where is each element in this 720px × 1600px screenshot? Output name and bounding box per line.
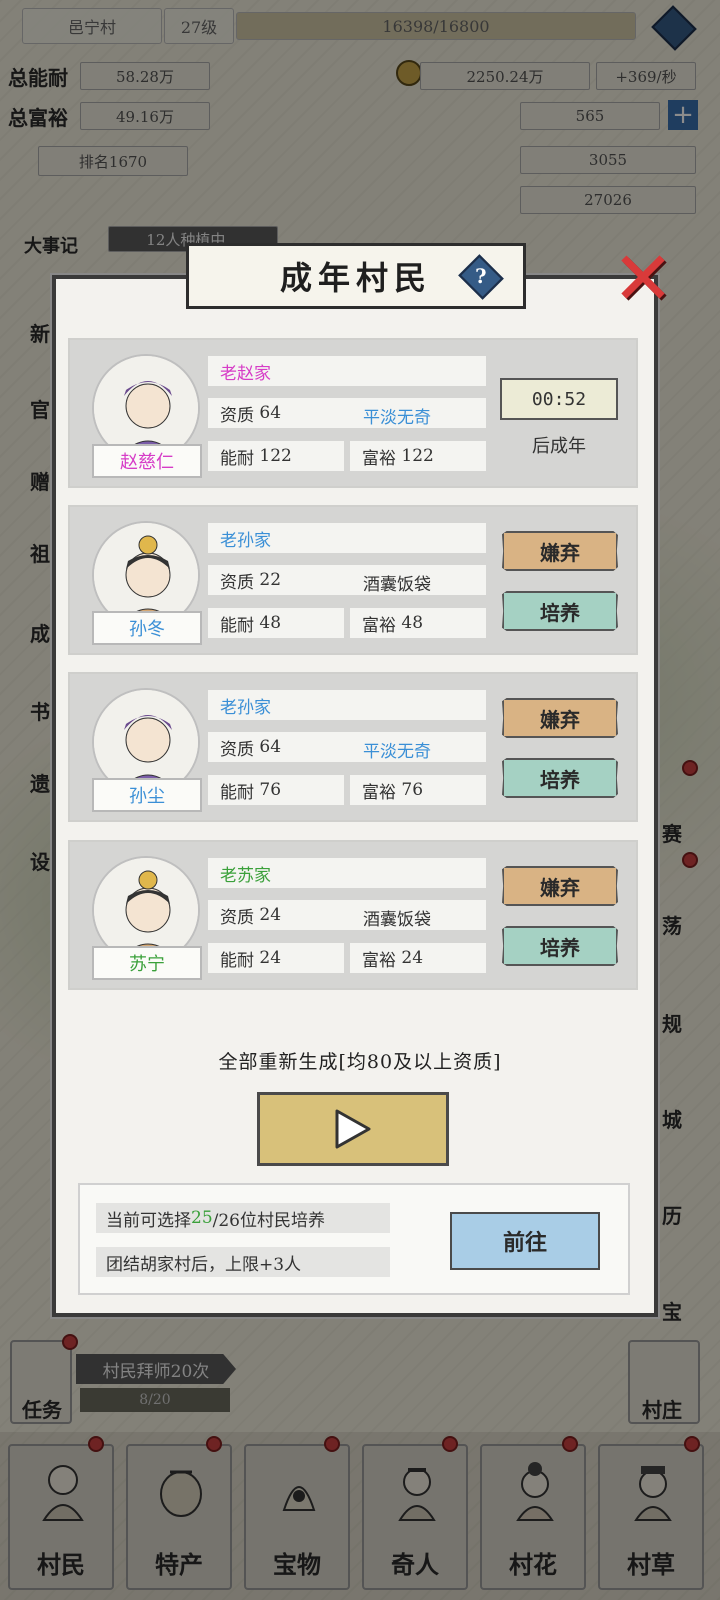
endurance-field: 能耐 76 [208, 775, 344, 805]
quality-label: 资质 [220, 907, 254, 928]
play-icon [335, 1109, 371, 1149]
train-button[interactable]: 培养 [502, 926, 618, 966]
family-name: 老苏家 [208, 858, 486, 888]
train-button[interactable]: 培养 [502, 591, 618, 631]
villager-name: 孙尘 [92, 778, 202, 812]
wealth-label: 富裕 [362, 615, 396, 636]
endurance-label: 能耐 [220, 615, 254, 636]
quality-field: 资质 64 平淡无奇 [208, 398, 486, 428]
quality-label: 资质 [220, 572, 254, 593]
quality-tag: 平淡无奇 [363, 408, 431, 428]
villager-name: 苏宁 [92, 946, 202, 980]
quality-tag: 平淡无奇 [363, 742, 431, 762]
wealth-value: 76 [401, 780, 424, 800]
info-count: 25 [191, 1208, 213, 1228]
endurance-field: 能耐 48 [208, 608, 344, 638]
endurance-value: 48 [259, 613, 282, 633]
discard-button[interactable]: 嫌弃 [502, 531, 618, 571]
adulthood-timer: 00:52 [500, 378, 618, 420]
family-name: 老孙家 [208, 690, 486, 720]
info-suffix: /26位村民培养 [212, 1210, 325, 1231]
endurance-value: 24 [259, 948, 282, 968]
wealth-value: 48 [401, 613, 424, 633]
wealth-label: 富裕 [362, 448, 396, 469]
quality-value: 24 [259, 905, 282, 925]
villager-name: 孙冬 [92, 611, 202, 645]
wealth-field: 富裕 24 [350, 943, 486, 973]
endurance-label: 能耐 [220, 782, 254, 803]
endurance-value: 76 [259, 780, 282, 800]
villager-card: 赵慈仁 老赵家 资质 64 平淡无奇 能耐 122 富裕 122 00:52 后… [68, 338, 638, 488]
regenerate-play-button[interactable] [257, 1092, 449, 1166]
quality-tag: 酒囊饭袋 [363, 910, 431, 930]
regenerate-description: 全部重新生成[均80及以上资质] [218, 1051, 502, 1073]
family-name: 老孙家 [208, 523, 486, 553]
close-icon[interactable]: ✕ [608, 242, 678, 316]
discard-button[interactable]: 嫌弃 [502, 866, 618, 906]
wealth-value: 24 [401, 948, 424, 968]
family-name: 老赵家 [208, 356, 486, 386]
quality-value: 64 [259, 737, 282, 757]
quality-value: 22 [259, 570, 282, 590]
wealth-field: 富裕 76 [350, 775, 486, 805]
endurance-field: 能耐 24 [208, 943, 344, 973]
training-info-panel: 当前可选择 25/26位村民培养 团结胡家村后，上限+3人 前往 [78, 1183, 630, 1295]
endurance-field: 能耐 122 [208, 441, 344, 471]
wealth-label: 富裕 [362, 950, 396, 971]
quality-value: 64 [259, 403, 282, 423]
quality-field: 资质 24 酒囊饭袋 [208, 900, 486, 930]
villager-card: 孙冬 老孙家 资质 22 酒囊饭袋 能耐 48 富裕 48 嫌弃 培养 [68, 505, 638, 655]
endurance-label: 能耐 [220, 950, 254, 971]
endurance-label: 能耐 [220, 448, 254, 469]
train-button[interactable]: 培养 [502, 758, 618, 798]
quality-label: 资质 [220, 739, 254, 760]
quality-field: 资质 64 平淡无奇 [208, 732, 486, 762]
quality-label: 资质 [220, 405, 254, 426]
wealth-field: 富裕 122 [350, 441, 486, 471]
discard-button[interactable]: 嫌弃 [502, 698, 618, 738]
wealth-label: 富裕 [362, 782, 396, 803]
villager-name: 赵慈仁 [92, 444, 202, 478]
goto-button[interactable]: 前往 [450, 1212, 600, 1270]
wealth-value: 122 [401, 446, 434, 466]
upgrade-hint: 团结胡家村后，上限+3人 [96, 1247, 390, 1277]
available-count-line: 当前可选择 25/26位村民培养 [96, 1203, 390, 1233]
endurance-value: 122 [259, 446, 292, 466]
wealth-field: 富裕 48 [350, 608, 486, 638]
villager-card: 孙尘 老孙家 资质 64 平淡无奇 能耐 76 富裕 76 嫌弃 培养 [68, 672, 638, 822]
quality-tag: 酒囊饭袋 [363, 575, 431, 595]
quality-field: 资质 22 酒囊饭袋 [208, 565, 486, 595]
info-prefix: 当前可选择 [106, 1210, 191, 1231]
timer-caption: 后成年 [532, 436, 586, 457]
villager-card: 苏宁 老苏家 资质 24 酒囊饭袋 能耐 24 富裕 24 嫌弃 培养 [68, 840, 638, 990]
